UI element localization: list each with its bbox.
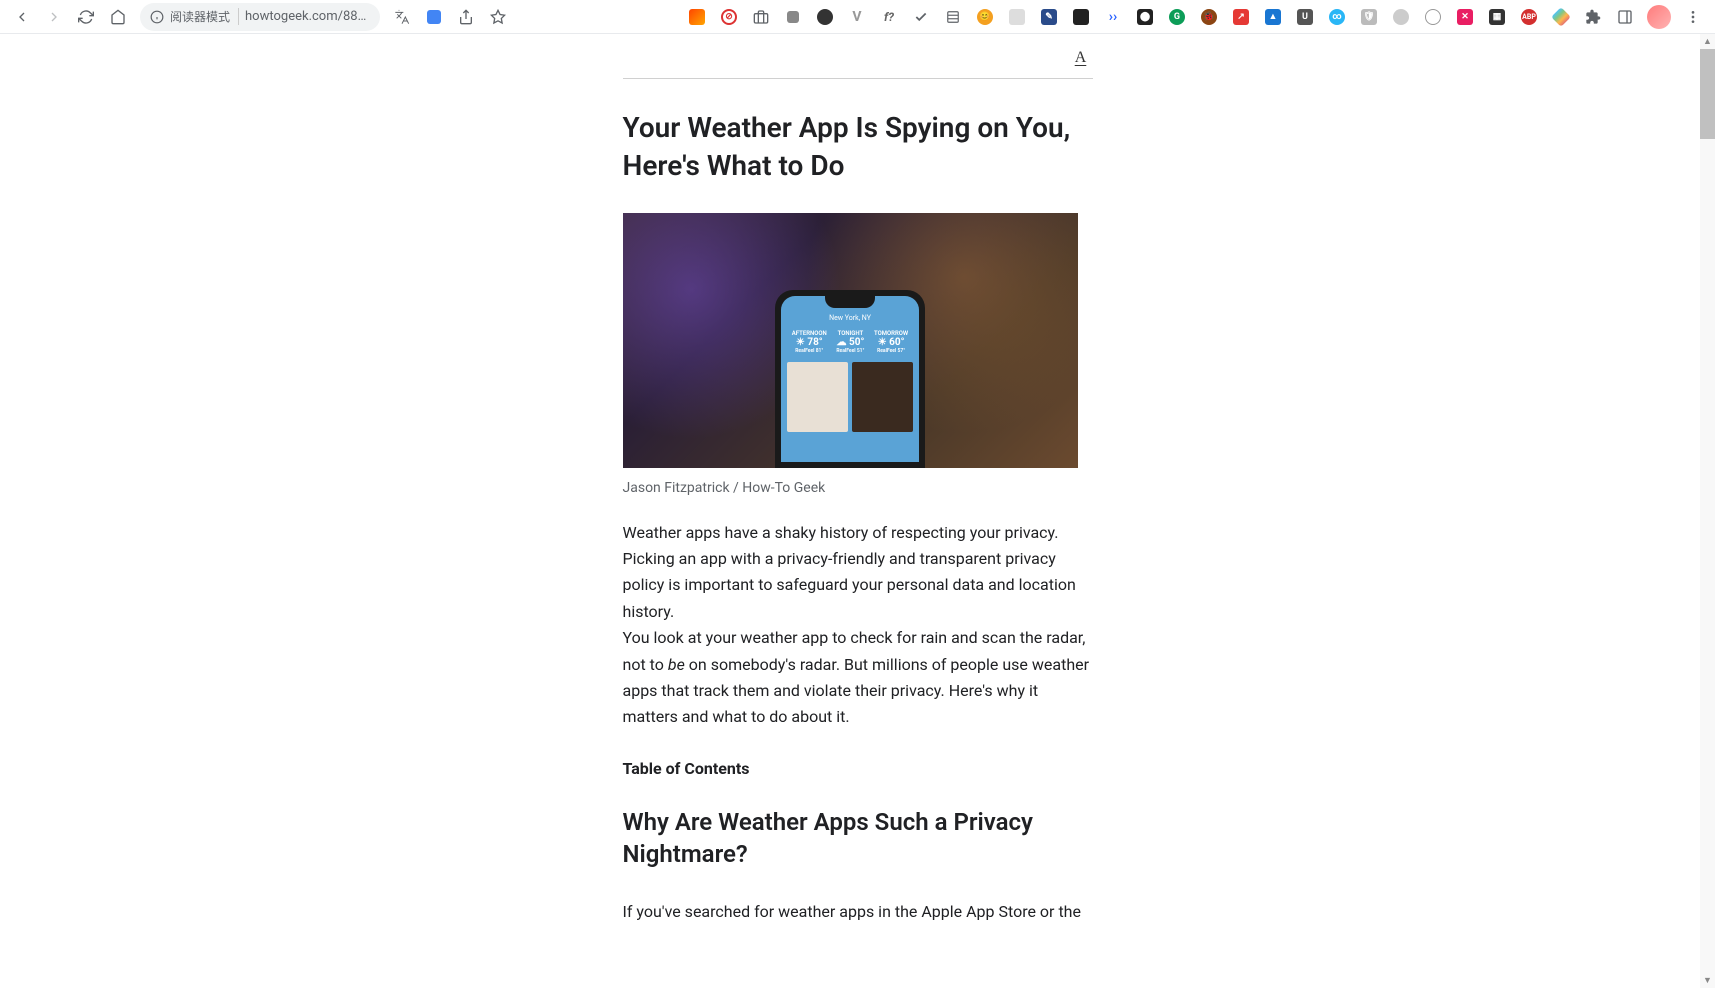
- extension-icon[interactable]: ↗: [1229, 5, 1253, 29]
- extension-icon[interactable]: U: [1293, 5, 1317, 29]
- extension-icon[interactable]: [1549, 5, 1573, 29]
- extension-icon[interactable]: [813, 5, 837, 29]
- scroll-thumb[interactable]: [1700, 49, 1715, 139]
- side-panel-icon[interactable]: [1613, 5, 1637, 29]
- extension-icon[interactable]: 😊: [973, 5, 997, 29]
- article-paragraph: Weather apps have a shaky history of res…: [623, 520, 1093, 626]
- extension-icon[interactable]: f?: [877, 5, 901, 29]
- extension-icon[interactable]: ▲: [1261, 5, 1285, 29]
- scroll-down-arrow[interactable]: ▼: [1700, 973, 1715, 988]
- extension-icon[interactable]: ✕: [1453, 5, 1477, 29]
- back-button[interactable]: [8, 3, 36, 31]
- extension-icon[interactable]: [1389, 5, 1413, 29]
- browser-toolbar: 阅读器模式 howtogeek.com/884... ⊘ V f? 😊 ✎ ››…: [0, 0, 1715, 34]
- extension-icon[interactable]: ››: [1101, 5, 1125, 29]
- reader-view-icon[interactable]: [422, 5, 446, 29]
- url-text: howtogeek.com/884...: [245, 9, 370, 24]
- extension-icon[interactable]: [685, 5, 709, 29]
- home-button[interactable]: [104, 3, 132, 31]
- article-title: Your Weather App Is Spying on You, Here'…: [623, 109, 1093, 185]
- forward-button[interactable]: [40, 3, 68, 31]
- extension-icon[interactable]: V: [845, 5, 869, 29]
- article-paragraph: You look at your weather app to check fo…: [623, 625, 1093, 731]
- section-heading: Why Are Weather Apps Such a Privacy Nigh…: [623, 806, 1093, 871]
- extension-icon[interactable]: [941, 5, 965, 29]
- toc-heading[interactable]: Table of Contents: [623, 759, 1093, 778]
- extension-icon[interactable]: ⬤: [1133, 5, 1157, 29]
- extension-icon[interactable]: 🐞: [1197, 5, 1221, 29]
- extension-icon[interactable]: [1069, 5, 1093, 29]
- extension-icon[interactable]: G: [1165, 5, 1189, 29]
- reader-content: A Your Weather App Is Spying on You, Her…: [623, 34, 1093, 988]
- extensions-menu-icon[interactable]: [1581, 5, 1605, 29]
- text-options-button[interactable]: A: [1069, 46, 1093, 70]
- extension-icon[interactable]: [1005, 5, 1029, 29]
- phone-forecast-row: AFTERNOON ☀ 78° RealFeel 81° TONIGHT ☁ 5…: [781, 326, 919, 362]
- extension-icon[interactable]: ∞: [1325, 5, 1349, 29]
- translate-icon[interactable]: [390, 5, 414, 29]
- reader-mode-label: 阅读器模式: [170, 8, 239, 25]
- extension-icon[interactable]: [909, 5, 933, 29]
- address-bar[interactable]: 阅读器模式 howtogeek.com/884...: [140, 3, 380, 31]
- image-caption: Jason Fitzpatrick / How-To Geek: [623, 480, 1093, 496]
- extension-icon[interactable]: 🛡: [1357, 5, 1381, 29]
- extension-icon[interactable]: [1421, 5, 1445, 29]
- share-icon[interactable]: [454, 5, 478, 29]
- site-info-icon[interactable]: [150, 10, 164, 24]
- scrollbar[interactable]: ▲ ▼: [1700, 34, 1715, 988]
- extension-icon[interactable]: ABP: [1517, 5, 1541, 29]
- content-wrapper: A Your Weather App Is Spying on You, Her…: [0, 34, 1715, 988]
- scroll-up-arrow[interactable]: ▲: [1700, 34, 1715, 49]
- hero-image: New York, NY AFTERNOON ☀ 78° RealFeel 81…: [623, 213, 1078, 468]
- profile-avatar[interactable]: [1647, 5, 1671, 29]
- chrome-menu-icon[interactable]: [1679, 3, 1707, 31]
- bookmark-icon[interactable]: [486, 5, 510, 29]
- extension-icon[interactable]: ▦: [1485, 5, 1509, 29]
- article-paragraph: If you've searched for weather apps in t…: [623, 899, 1093, 925]
- reload-button[interactable]: [72, 3, 100, 31]
- extension-icon[interactable]: ✎: [1037, 5, 1061, 29]
- extension-icon[interactable]: ⊘: [717, 5, 741, 29]
- phone-mockup: New York, NY AFTERNOON ☀ 78° RealFeel 81…: [775, 290, 925, 468]
- reader-toolbar: A: [623, 46, 1093, 79]
- extension-icon[interactable]: [749, 5, 773, 29]
- extension-icon[interactable]: [781, 5, 805, 29]
